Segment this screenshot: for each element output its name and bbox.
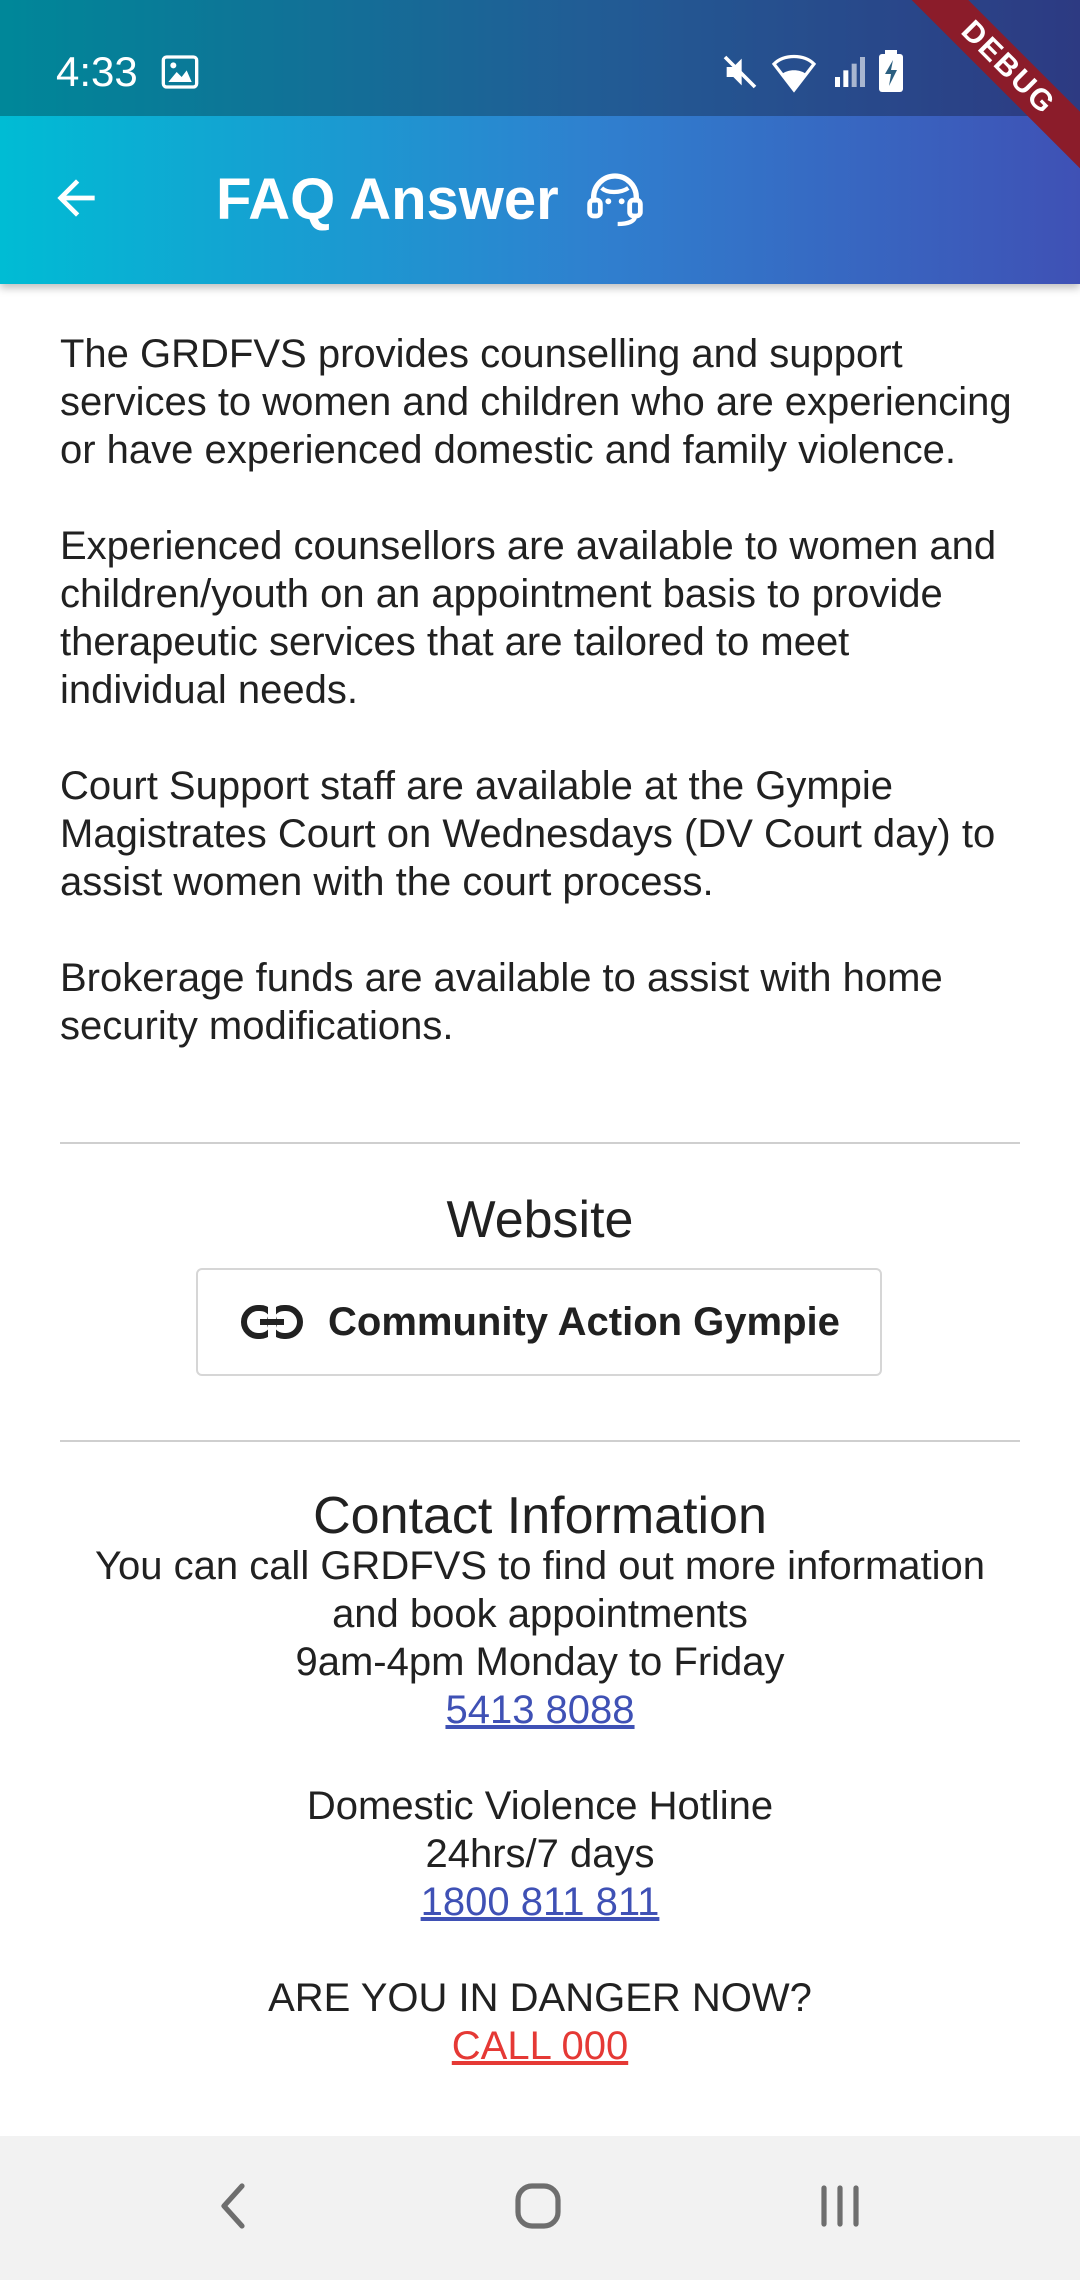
mute-icon	[720, 52, 760, 97]
page-title: FAQ Answer	[216, 167, 559, 232]
faq-answer-body: The GRDFVS provides counselling and supp…	[60, 330, 1020, 1050]
answer-paragraph: Brokerage funds are available to assist …	[60, 956, 943, 1048]
answer-paragraph: The GRDFVS provides counselling and supp…	[60, 332, 1012, 472]
app-title-wrap: FAQ Answer	[216, 156, 647, 244]
link-icon	[240, 1302, 304, 1342]
danger-question: ARE YOU IN DANGER NOW?	[268, 1976, 812, 2020]
answer-paragraph: Experienced counsellors are available to…	[60, 524, 997, 712]
status-time: 4:33	[56, 48, 138, 95]
hotline-phone-link[interactable]: 1800 811 811	[421, 1880, 660, 1924]
status-bar: 4:33	[0, 0, 1080, 116]
contact-text: You can call GRDFVS to find out more inf…	[94, 1544, 986, 1588]
hotline-hours: 24hrs/7 days	[425, 1832, 655, 1876]
nav-home-icon	[510, 2178, 566, 2239]
contact-text: and book appointments	[332, 1592, 748, 1636]
battery-charging-icon	[876, 50, 906, 99]
contact-hours: 9am-4pm Monday to Friday	[295, 1640, 785, 1684]
contact-info: You can call GRDFVS to find out more inf…	[0, 1542, 1080, 2070]
signal-icon	[830, 52, 870, 97]
phone-link[interactable]: 5413 8088	[445, 1688, 634, 1732]
contact-heading: Contact Information	[313, 1487, 767, 1545]
nav-recents-icon	[814, 2180, 866, 2237]
answer-paragraph: Court Support staff are available at the…	[60, 764, 996, 904]
nav-home-button[interactable]	[458, 2136, 618, 2280]
divider	[60, 1142, 1020, 1144]
website-link-button[interactable]: Community Action Gympie	[196, 1268, 882, 1376]
nav-recents-button[interactable]	[760, 2136, 920, 2280]
website-link-label: Community Action Gympie	[328, 1299, 840, 1344]
divider	[60, 1440, 1020, 1442]
emergency-call-link[interactable]: CALL 000	[452, 2024, 628, 2068]
system-nav-bar	[0, 2136, 1080, 2280]
headset-support-icon	[583, 168, 647, 232]
back-button[interactable]	[34, 158, 118, 242]
nav-back-button[interactable]	[154, 2136, 314, 2280]
nav-back-icon	[214, 2178, 254, 2239]
arrow-back-icon	[48, 170, 104, 231]
hotline-title: Domestic Violence Hotline	[306, 1784, 774, 1828]
website-heading: Website	[446, 1191, 634, 1249]
app-bar: FAQ Answer	[0, 116, 1080, 284]
image-icon	[160, 52, 200, 97]
wifi-icon	[770, 50, 818, 99]
